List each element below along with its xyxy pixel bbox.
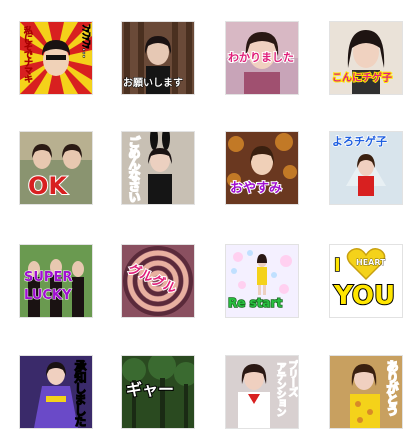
sticker-8[interactable]: よろチゲ子	[330, 132, 402, 204]
sticker-13-caption: 承知しました	[73, 360, 88, 427]
sticker-14-caption: ギャー	[125, 380, 175, 399]
sticker-16-caption: ありがとう	[384, 359, 400, 416]
sticker-9[interactable]: SUPER LUCKY	[20, 245, 92, 317]
sticker-9-caption-2: LUCKY	[23, 288, 72, 303]
sticker-2[interactable]: お願いします	[122, 22, 194, 94]
sticker-3-caption: わかりました	[227, 51, 295, 64]
sticker-9-caption: SUPER	[23, 270, 73, 285]
sticker-13[interactable]: 承知しました	[20, 356, 92, 428]
sticker-12-caption-2: HEART	[356, 258, 386, 267]
sticker-8-caption: よろチゲ子	[331, 135, 388, 148]
sticker-12-caption: I	[333, 255, 341, 276]
sticker-6-caption: ごめんなさい	[126, 135, 142, 203]
sticker-16[interactable]: ありがとう	[330, 356, 402, 428]
sticker-2-caption: お願いします	[123, 78, 184, 89]
sticker-4-caption: こんにチゲ子	[331, 73, 393, 85]
sticker-1[interactable]: ﾌｧﾌｧﾌｧ… 私にそでナマキ	[20, 22, 92, 94]
sticker-15[interactable]: プリーズ アテンション	[226, 356, 298, 428]
sticker-14[interactable]: ギャー	[122, 356, 194, 428]
sticker-6[interactable]: ごめんなさい	[122, 132, 194, 204]
sticker-12-caption-3: YOU	[333, 281, 396, 311]
sticker-1-caption-2: 私にそでナマキ	[22, 26, 33, 83]
sticker-4[interactable]: こんにチゲ子	[330, 22, 402, 94]
sticker-7-caption: おやすみ	[229, 181, 283, 196]
sticker-7[interactable]: おやすみ	[226, 132, 298, 204]
sticker-grid: ﾌｧﾌｧﾌｧ… 私にそでナマキ お願いします わかりました こんにチゲ子 OK …	[0, 0, 420, 448]
sticker-15-caption: プリーズ	[286, 360, 298, 397]
sticker-11[interactable]: Re start	[226, 245, 298, 317]
sticker-3[interactable]: わかりました	[226, 22, 298, 94]
sticker-1-caption: ﾌｧﾌｧﾌｧ…	[80, 24, 92, 58]
sticker-12[interactable]: I HEART YOU	[330, 245, 402, 317]
sticker-10[interactable]: グルグル	[122, 245, 194, 317]
sticker-5-caption: OK	[27, 172, 68, 200]
sticker-5[interactable]: OK	[20, 132, 92, 204]
sticker-11-caption: Re start	[227, 296, 283, 310]
sticker-15-caption-2: アテンション	[274, 362, 286, 417]
